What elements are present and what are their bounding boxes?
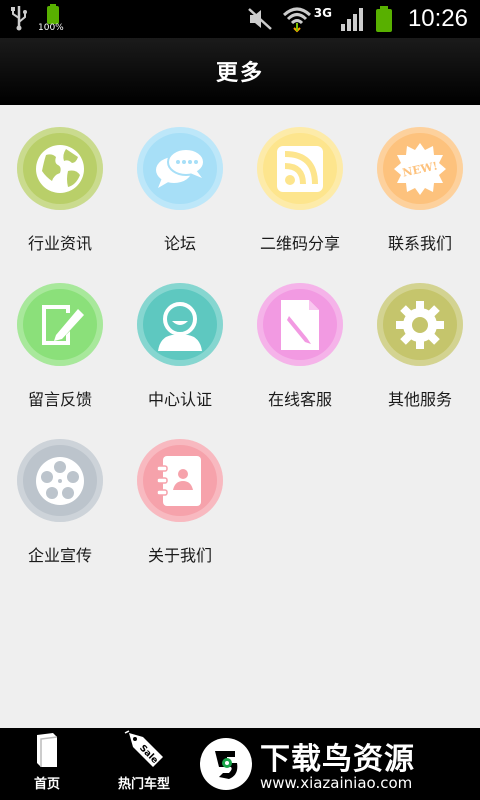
signal-icon [340, 8, 363, 31]
rss-icon [257, 127, 343, 210]
battery-icon [375, 6, 392, 32]
menu-item-contact-us[interactable]: NEW! 联系我们 [360, 104, 480, 254]
menu-item-label: 留言反馈 [27, 390, 92, 409]
bird-logo-icon [200, 738, 252, 790]
menu-item-label: 行业资讯 [27, 234, 92, 253]
film-reel-icon [17, 439, 103, 522]
gear-icon [377, 283, 463, 366]
globe-icon [17, 127, 103, 210]
tab-home[interactable]: 首页 [0, 728, 94, 800]
bottom-tab-bar: 首页 Sale 热门车型 下载鸟资源 www.xiazainiao.com [0, 728, 480, 800]
brand-name: 下载鸟资源 [260, 742, 415, 777]
status-bar: 100% 3G 10:26 [0, 0, 480, 38]
menu-item-label: 联系我们 [387, 234, 452, 253]
battery-full-icon: 100% [38, 4, 64, 33]
tab-label: 首页 [33, 777, 60, 792]
clock: 10:26 [407, 5, 468, 32]
battery-percent: 100% [38, 23, 64, 33]
menu-item-corporate-promo[interactable]: 企业宣传 [0, 416, 120, 566]
menu-item-other-services[interactable]: 其他服务 [360, 260, 480, 410]
chat-bubbles-icon [137, 127, 223, 210]
menu-item-feedback[interactable]: 留言反馈 [0, 260, 120, 410]
mute-icon [247, 8, 272, 30]
new-badge-icon: NEW! [377, 127, 463, 210]
brand-watermark: 下载鸟资源 www.xiazainiao.com [194, 728, 480, 800]
menu-item-qr-share[interactable]: 二维码分享 [240, 104, 360, 254]
book-icon [37, 733, 58, 767]
menu-item-industry-news[interactable]: 行业资讯 [0, 104, 120, 254]
menu-item-forum[interactable]: 论坛 [120, 104, 240, 254]
menu-item-about-us[interactable]: 关于我们 [120, 416, 240, 566]
page-title: 更多 [215, 61, 264, 86]
edit-pen-icon [17, 283, 103, 366]
contacts-book-icon [137, 439, 223, 522]
header: 更多 [0, 38, 480, 105]
menu-item-label: 论坛 [163, 234, 196, 253]
menu-item-label: 其他服务 [387, 390, 452, 409]
menu-item-certification[interactable]: 中心认证 [120, 260, 240, 410]
tab-popular-models[interactable]: Sale 热门车型 [97, 728, 191, 800]
user-avatar-icon [137, 283, 223, 366]
brand-url: www.xiazainiao.com [260, 774, 413, 792]
menu-item-label: 企业宣传 [27, 546, 92, 565]
sale-tag-icon: Sale [124, 730, 163, 767]
tab-label: 热门车型 [117, 777, 170, 792]
usb-icon [11, 6, 27, 31]
menu-item-label: 二维码分享 [259, 234, 340, 253]
menu-item-label: 中心认证 [147, 390, 212, 409]
menu-item-online-service[interactable]: 在线客服 [240, 260, 360, 410]
menu-item-label: 关于我们 [147, 546, 212, 565]
document-pen-icon [257, 283, 343, 366]
menu-item-label: 在线客服 [267, 390, 332, 409]
wifi-icon [282, 7, 311, 33]
network-type: 3G [313, 6, 332, 20]
